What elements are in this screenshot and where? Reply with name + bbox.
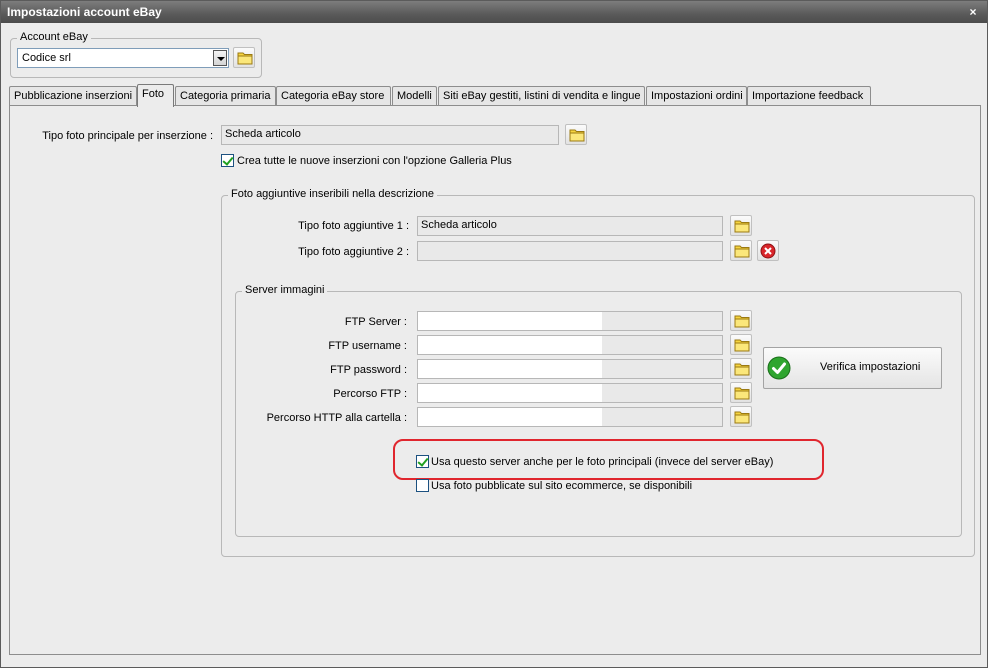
tab-categoria-primaria[interactable]: Categoria primaria xyxy=(175,86,276,106)
use-server-checkbox[interactable] xyxy=(416,455,429,468)
main-photo-field[interactable]: Scheda articolo xyxy=(221,125,559,145)
image-server-group-label: Server immagini xyxy=(242,284,328,296)
use-ecommerce-label: Usa foto pubblicate sul sito ecommerce, … xyxy=(431,480,693,492)
ftp-path-label: Percorso FTP : xyxy=(333,388,407,400)
delete-icon xyxy=(760,243,776,259)
additional-photos-group-label: Foto aggiuntive inseribili nella descriz… xyxy=(228,188,438,200)
use-server-label: Usa questo server anche per le foto prin… xyxy=(431,456,774,468)
folder-icon xyxy=(734,339,750,352)
additional-2-label: Tipo foto aggiuntive 2 : xyxy=(298,246,409,258)
account-select-value: Codice srl xyxy=(22,52,71,64)
account-folder-button[interactable] xyxy=(233,47,255,68)
window-title: Impostazioni account eBay xyxy=(7,5,162,19)
ftp-username-folder-button[interactable] xyxy=(730,334,752,355)
verify-settings-label: Verifica impostazioni xyxy=(820,361,921,373)
ftp-server-value-area xyxy=(417,311,602,331)
main-photo-label: Tipo foto principale per inserzione : xyxy=(42,130,213,142)
http-path-value-area xyxy=(417,407,602,427)
folder-icon xyxy=(734,220,750,233)
ftp-path-folder-button[interactable] xyxy=(730,382,752,403)
folder-icon xyxy=(734,411,750,424)
use-ecommerce-checkbox[interactable] xyxy=(416,479,429,492)
additional-2-delete-button[interactable] xyxy=(757,240,779,261)
folder-icon xyxy=(734,387,750,400)
folder-icon xyxy=(569,129,585,142)
folder-icon xyxy=(734,363,750,376)
ftp-username-label: FTP username : xyxy=(328,340,407,352)
tab-categoria-ebay-store[interactable]: Categoria eBay store xyxy=(276,86,391,106)
settings-window: Impostazioni account eBay × Account eBay… xyxy=(0,0,988,668)
tab-impostazioni-ordini[interactable]: Impostazioni ordini xyxy=(646,86,747,106)
tab-foto[interactable]: Foto xyxy=(137,84,174,107)
tab-siti-ebay[interactable]: Siti eBay gestiti, listini di vendita e … xyxy=(438,86,645,106)
ftp-password-folder-button[interactable] xyxy=(730,358,752,379)
folder-icon xyxy=(734,315,750,328)
main-photo-folder-button[interactable] xyxy=(565,124,587,145)
ftp-username-value-area xyxy=(417,335,602,355)
http-path-label: Percorso HTTP alla cartella : xyxy=(266,412,407,424)
additional-2-field[interactable] xyxy=(417,241,723,261)
title-bar: Impostazioni account eBay × xyxy=(1,1,987,23)
ftp-path-value-area xyxy=(417,383,602,403)
additional-1-label: Tipo foto aggiuntive 1 : xyxy=(298,220,409,232)
galleria-plus-label: Crea tutte le nuove inserzioni con l'opz… xyxy=(237,155,512,167)
close-icon[interactable]: × xyxy=(966,1,980,23)
additional-2-folder-button[interactable] xyxy=(730,240,752,261)
http-path-folder-button[interactable] xyxy=(730,406,752,427)
check-circle-icon xyxy=(767,356,791,380)
tab-importazione-feedback[interactable]: Importazione feedback xyxy=(747,86,871,106)
ftp-password-value-area xyxy=(417,359,602,379)
folder-icon xyxy=(237,52,253,65)
chevron-down-icon[interactable] xyxy=(213,50,227,66)
additional-1-field[interactable]: Scheda articolo xyxy=(417,216,723,236)
tab-pubblicazione-inserzioni[interactable]: Pubblicazione inserzioni xyxy=(9,86,137,106)
ftp-server-label: FTP Server : xyxy=(344,316,407,328)
additional-1-folder-button[interactable] xyxy=(730,215,752,236)
account-select[interactable]: Codice srl xyxy=(17,48,229,68)
galleria-plus-checkbox[interactable] xyxy=(221,154,234,167)
ftp-server-folder-button[interactable] xyxy=(730,310,752,331)
folder-icon xyxy=(734,245,750,258)
ftp-password-label: FTP password : xyxy=(330,364,407,376)
account-group-label: Account eBay xyxy=(17,31,91,43)
verify-settings-button[interactable]: Verifica impostazioni xyxy=(763,347,942,389)
tab-modelli[interactable]: Modelli xyxy=(392,86,437,106)
